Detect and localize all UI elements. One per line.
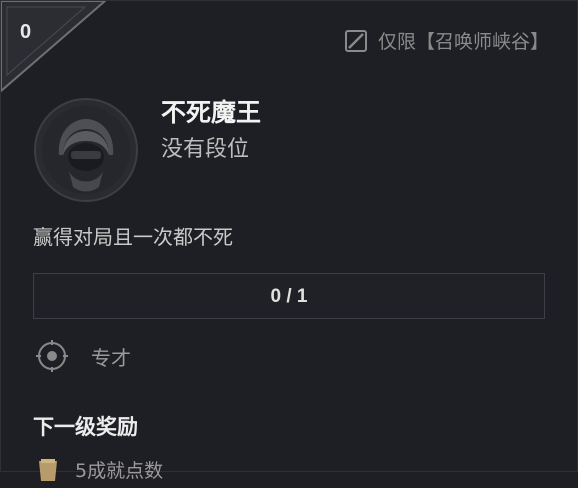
hooded-figure-icon	[34, 98, 138, 202]
reward-label: 5成就点数	[75, 460, 164, 482]
points-icon	[35, 457, 61, 483]
level-corner-badge	[1, 1, 107, 93]
challenge-tooltip-panel: 0 仅限【召唤师峡谷】 不死魔王 没有段位 赢得对局且一次都不死 0 / 1 专…	[0, 0, 578, 482]
challenge-rank: 没有段位	[161, 137, 250, 162]
progress-bar: 0 / 1	[33, 273, 545, 319]
challenge-title: 不死魔王	[161, 98, 262, 127]
challenge-avatar	[33, 97, 139, 203]
challenge-category: 专才	[35, 339, 131, 373]
target-icon	[35, 339, 69, 373]
level-number: 0	[20, 21, 32, 43]
restriction-label: 仅限【召唤师峡谷】	[377, 31, 549, 53]
category-label: 专才	[91, 345, 131, 370]
next-reward-heading: 下一级奖励	[33, 415, 138, 439]
queue-restriction: 仅限【召唤师峡谷】	[344, 27, 549, 54]
reward-item: 5成就点数	[35, 456, 163, 483]
challenge-description: 赢得对局且一次都不死	[33, 225, 233, 249]
progress-label: 0 / 1	[270, 286, 308, 307]
map-restriction-icon	[344, 29, 368, 53]
